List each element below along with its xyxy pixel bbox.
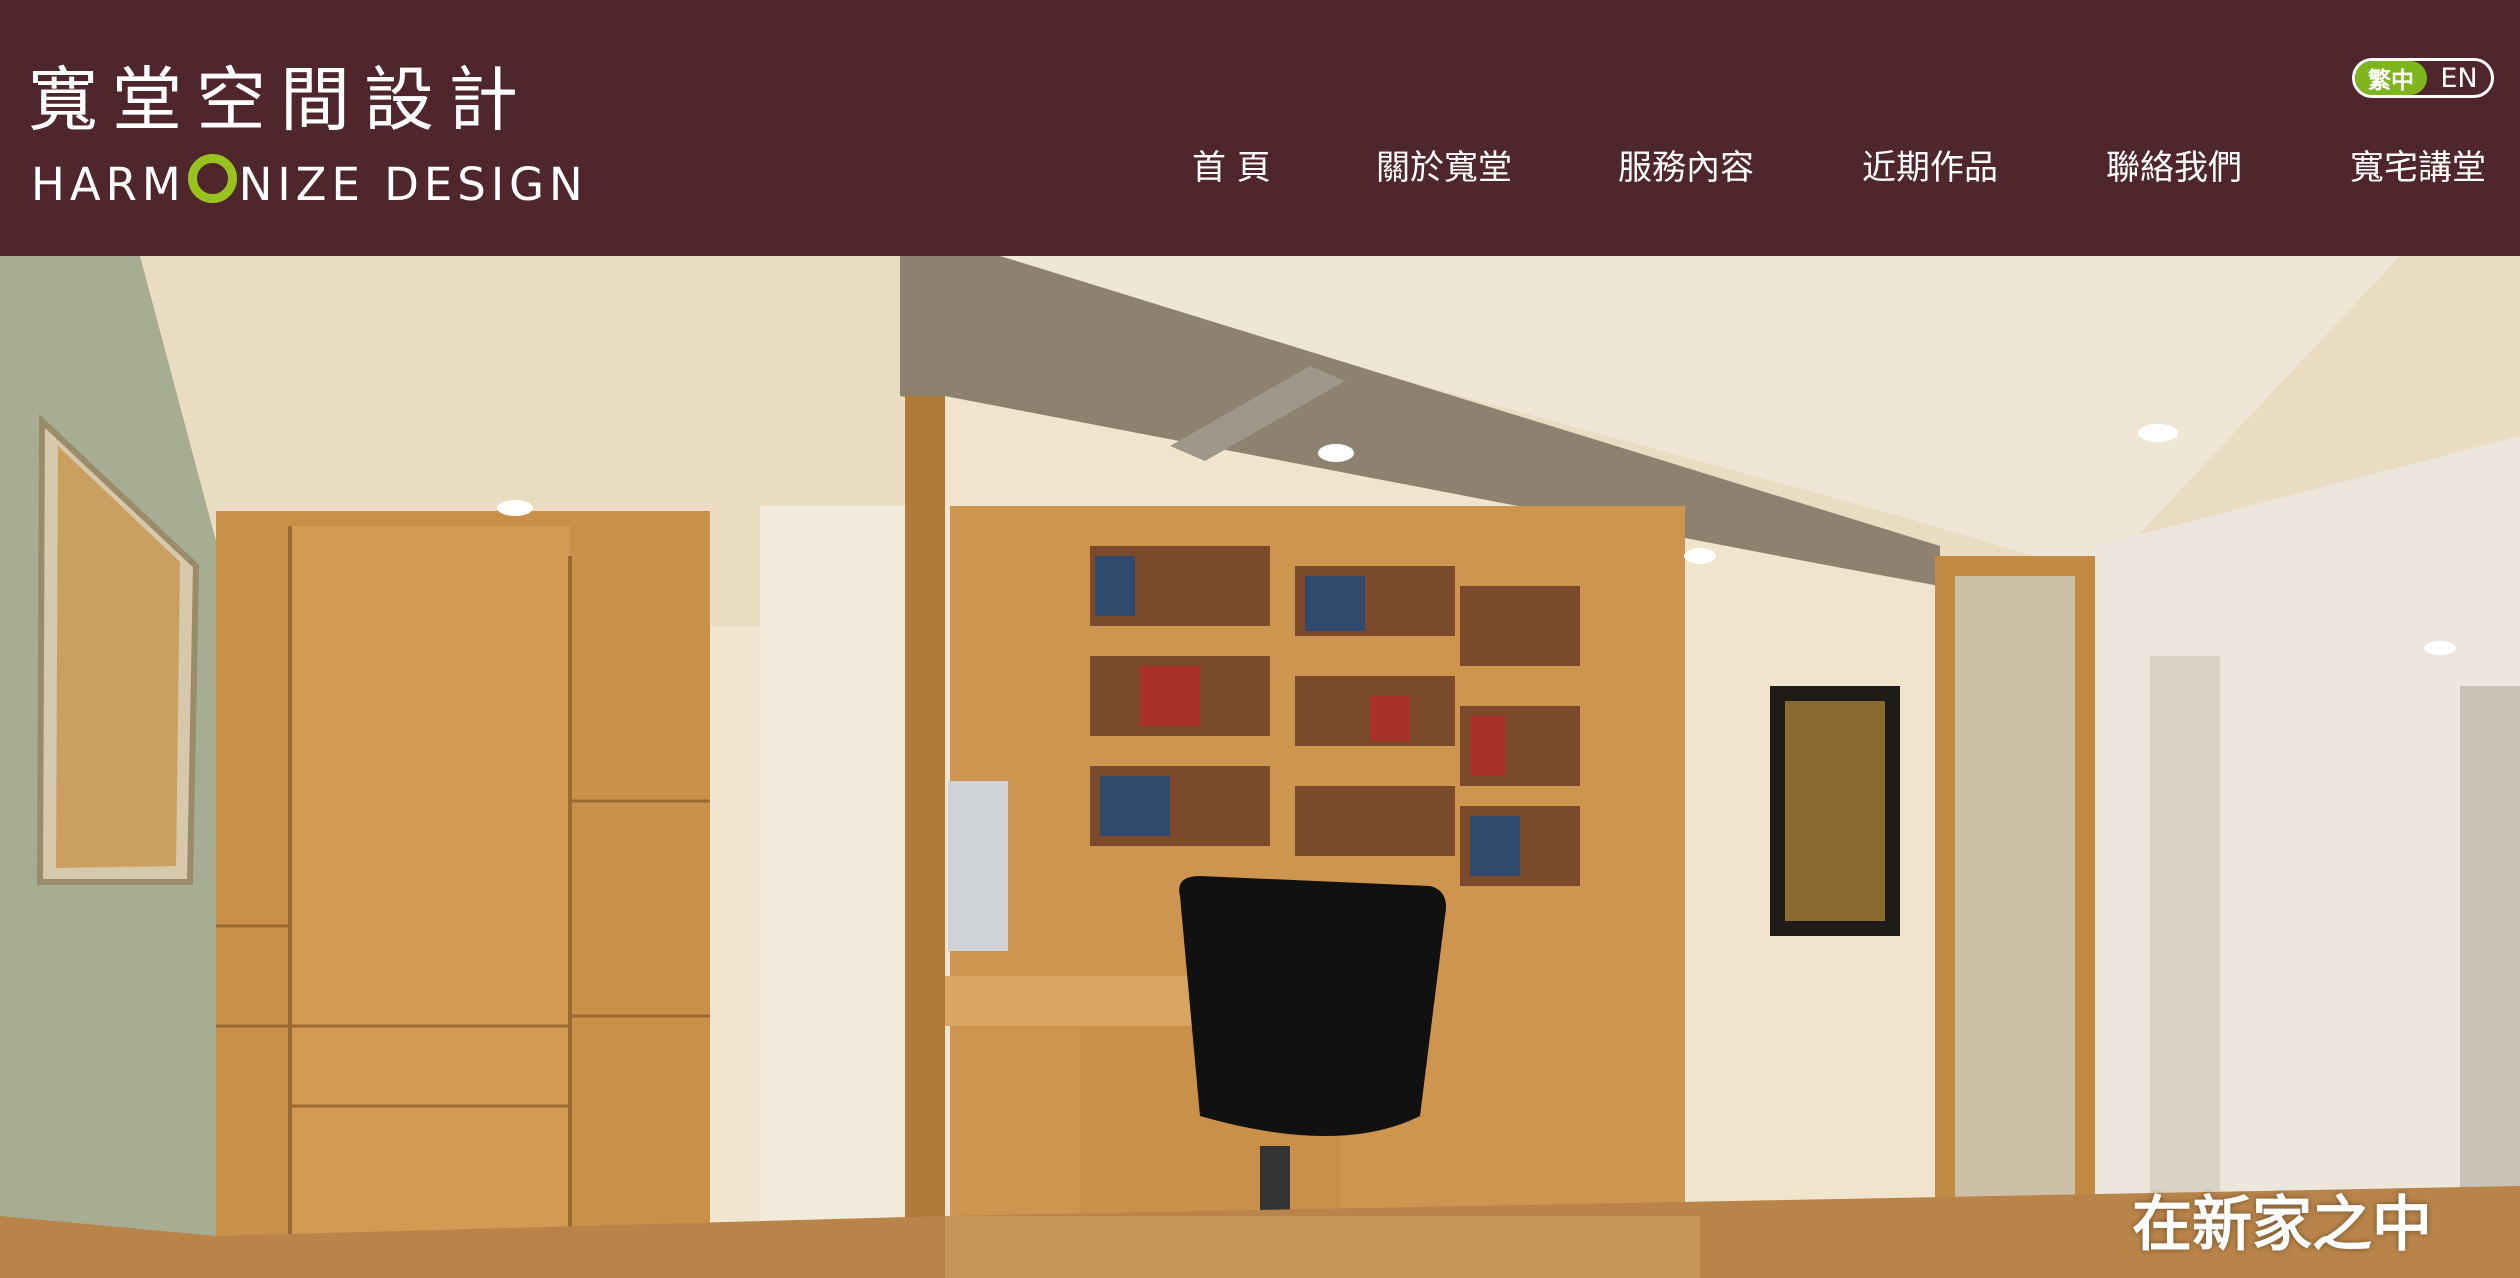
- nav-item-services[interactable]: 服務內容: [1618, 138, 1754, 198]
- nav-item-home[interactable]: 首 頁: [1192, 138, 1271, 198]
- hero-banner: 在新家之中: [0, 256, 2520, 1278]
- nav-item-recent-works[interactable]: 近期作品: [1862, 138, 1998, 198]
- logo-chinese-name: 寬堂空間設計: [28, 59, 532, 141]
- hero-caption: 在新家之中: [2132, 1190, 2432, 1260]
- nav-item-lecture-hall[interactable]: 寬宅講堂: [2350, 138, 2486, 198]
- language-option-zh[interactable]: 繁中: [2355, 61, 2427, 95]
- language-option-en[interactable]: EN: [2427, 61, 2491, 95]
- site-header: 寬堂空間設計 HARM NIZE DESIGN 繁中 EN 首 頁 關於寬堂 服務…: [0, 0, 2520, 256]
- nav-item-contact[interactable]: 聯絡我們: [2106, 138, 2242, 198]
- main-nav: 首 頁 關於寬堂 服務內容 近期作品 聯絡我們 寬宅講堂: [0, 138, 2520, 198]
- nav-item-about[interactable]: 關於寬堂: [1376, 138, 1512, 198]
- language-toggle[interactable]: 繁中 EN: [2352, 58, 2494, 98]
- hero-photo: [0, 256, 2520, 1278]
